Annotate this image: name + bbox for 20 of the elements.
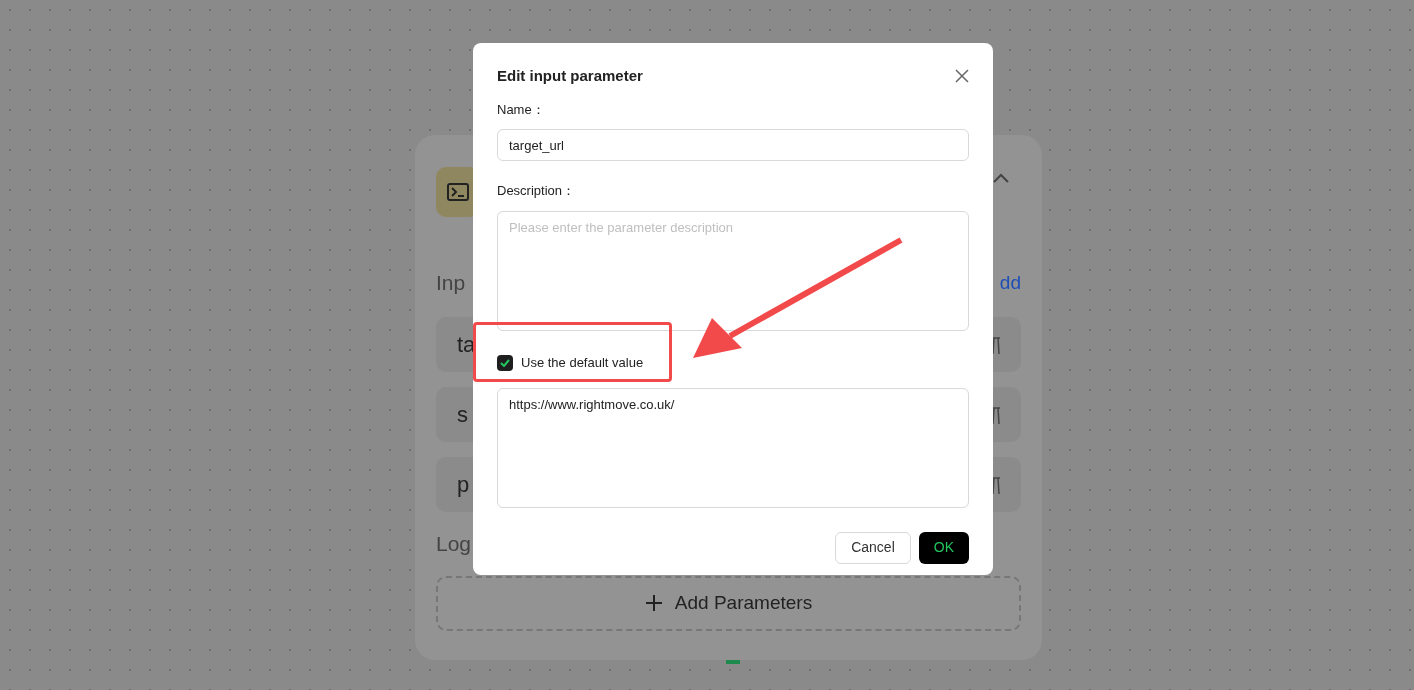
dialog-title: Edit input parameter <box>497 66 643 86</box>
ok-button[interactable]: OK <box>918 531 969 564</box>
field-label: Description： <box>497 182 577 200</box>
cancel-button[interactable]: Cancel <box>835 531 911 564</box>
field-label: Name： <box>497 100 546 119</box>
connector-port <box>726 660 740 664</box>
section-label: Log <box>436 531 472 557</box>
plus-icon <box>644 594 663 612</box>
section-label: Inp <box>436 270 466 297</box>
default-value-field[interactable]: https://www.rightmove.co.uk/ <box>497 387 969 508</box>
default-value-checkbox[interactable]: Use the default value <box>497 352 969 373</box>
chevron-up-icon[interactable] <box>993 173 1009 183</box>
check-icon <box>500 358 510 367</box>
description-field[interactable]: Please enter the parameter description <box>497 210 969 331</box>
trash-icon[interactable] <box>991 474 1001 495</box>
trash-icon[interactable] <box>991 334 1001 355</box>
checkbox[interactable] <box>497 354 513 371</box>
name-field[interactable]: target_url <box>497 129 969 161</box>
trash-icon[interactable] <box>991 404 1001 425</box>
close-icon[interactable] <box>955 69 969 84</box>
